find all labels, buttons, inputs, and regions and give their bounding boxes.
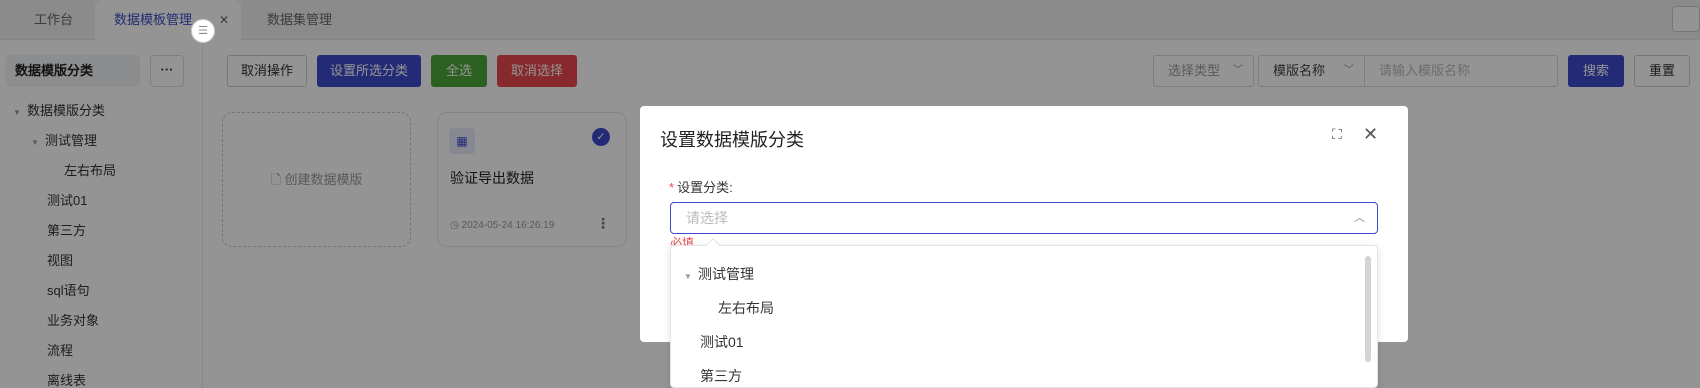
category-dropdown: ▼ 测试管理 左右布局 测试01 第三方 [670, 245, 1378, 388]
category-select[interactable]: 请选择 ︿ [670, 202, 1378, 234]
modal-title: 设置数据模版分类 [660, 130, 804, 150]
dropdown-option-layout[interactable]: 左右布局 [718, 297, 774, 319]
dropdown-scrollbar[interactable] [1365, 256, 1371, 362]
option-label: 左右布局 [718, 300, 774, 316]
chevron-up-icon: ︿ [1354, 212, 1365, 224]
category-field-label: * 设置分类: [669, 177, 733, 196]
caret-down-icon[interactable]: ▼ [684, 266, 698, 288]
option-label: 第三方 [700, 368, 742, 384]
close-icon[interactable]: ✕ [1363, 124, 1378, 145]
select-placeholder: 请选择 [686, 210, 728, 226]
label-text: 设置分类: [677, 180, 733, 195]
fullscreen-icon[interactable]: ⛶ [1332, 126, 1342, 143]
collapse-sidebar-icon[interactable]: ☰ [191, 19, 215, 43]
dropdown-option-third-party[interactable]: 第三方 [700, 365, 742, 387]
option-label: 测试01 [700, 334, 744, 350]
dropdown-option-test01[interactable]: 测试01 [700, 331, 744, 353]
dropdown-option-test-mgmt[interactable]: ▼ 测试管理 [684, 263, 754, 285]
option-label: 测试管理 [698, 266, 754, 282]
required-mark: * [669, 180, 675, 195]
